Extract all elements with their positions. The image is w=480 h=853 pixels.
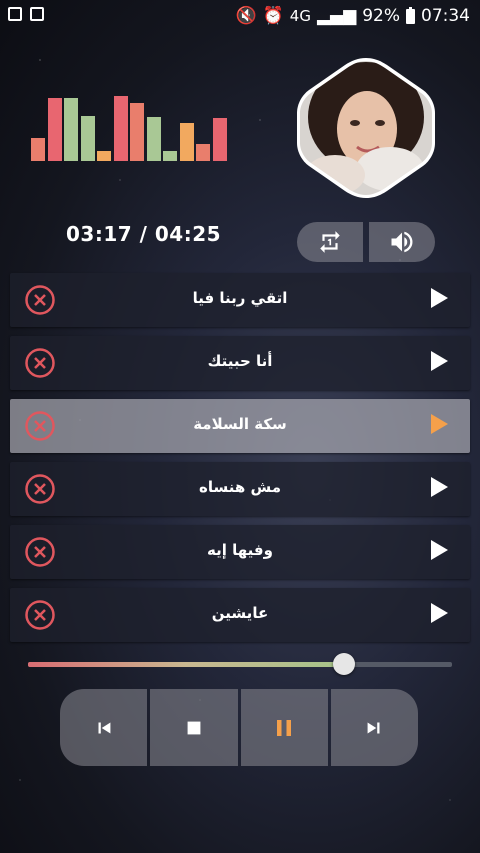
stop-icon [187, 721, 201, 734]
remove-icon[interactable] [24, 599, 56, 631]
song-title: اتقي ربنا فيا [192, 289, 288, 307]
remove-icon[interactable] [24, 410, 56, 442]
stop-button[interactable] [150, 689, 238, 766]
gallery-notification-icon [30, 7, 44, 21]
volume-button[interactable] [369, 222, 435, 262]
pause-icon [277, 719, 292, 736]
equalizer-bar [179, 123, 194, 161]
playlist-item[interactable]: وفيها إيه [10, 525, 470, 579]
play-icon[interactable] [431, 477, 448, 497]
network-type: 4G [289, 7, 311, 25]
skip-next-icon [367, 722, 380, 733]
play-icon[interactable] [431, 288, 448, 308]
equalizer-bar [130, 103, 144, 161]
equalizer-bar [64, 98, 78, 161]
playlist-item[interactable]: اتقي ربنا فيا [10, 273, 470, 327]
playlist-item[interactable]: عايشين [10, 588, 470, 642]
skip-previous-icon [98, 722, 111, 733]
equalizer-bar [196, 144, 210, 161]
equalizer-bar [146, 117, 161, 161]
alarm-icon: ⏰ [262, 6, 284, 26]
playlist: اتقي ربنا فيا أنا حبيتك سكة السلامة مش ه… [10, 273, 470, 651]
play-icon[interactable] [431, 414, 448, 434]
remove-icon[interactable] [24, 536, 56, 568]
transport-controls [60, 689, 418, 766]
next-button[interactable] [330, 689, 418, 766]
equalizer-bar [163, 151, 177, 161]
playlist-item[interactable]: مش هنساه [10, 462, 470, 516]
seek-bar[interactable] [28, 653, 452, 675]
remove-icon[interactable] [24, 284, 56, 316]
volume-icon [391, 231, 413, 253]
battery-percent: 92% [362, 6, 400, 26]
avatar-image [297, 58, 435, 198]
play-icon[interactable] [431, 540, 448, 560]
play-icon[interactable] [431, 351, 448, 371]
battery-icon [406, 6, 415, 24]
equalizer-bar [113, 96, 128, 161]
artist-avatar [295, 57, 437, 199]
equalizer-bar [80, 116, 95, 161]
repeat-button[interactable] [297, 222, 363, 262]
seek-progress [28, 662, 344, 667]
equalizer-visualizer [31, 95, 231, 161]
song-title: وفيها إيه [207, 541, 273, 559]
remove-icon[interactable] [24, 347, 56, 379]
remove-icon[interactable] [24, 473, 56, 505]
equalizer-bar [47, 98, 62, 161]
equalizer-bar [97, 151, 111, 161]
playlist-item[interactable]: أنا حبيتك [10, 336, 470, 390]
music-notification-icon [8, 7, 22, 21]
seek-thumb[interactable] [332, 653, 355, 675]
playback-time: 03:17 / 04:25 [66, 222, 222, 246]
song-title: أنا حبيتك [207, 352, 273, 370]
equalizer-bar [31, 138, 45, 161]
song-title: سكة السلامة [193, 415, 287, 433]
mute-icon: 🔇 [235, 6, 257, 26]
song-title: مش هنساه [199, 478, 281, 496]
song-title: عايشين [211, 604, 269, 622]
signal-icon: ▂▄▆ [316, 6, 357, 26]
previous-button[interactable] [60, 689, 148, 766]
clock: 07:34 [421, 6, 470, 26]
status-bar: 🔇 ⏰ 4G ▂▄▆ 92% 07:34 [0, 0, 480, 34]
play-icon[interactable] [431, 603, 448, 623]
pause-button[interactable] [240, 689, 328, 766]
equalizer-bar [212, 118, 227, 161]
repeat-one-icon [320, 231, 340, 253]
playlist-item-active[interactable]: سكة السلامة [10, 399, 470, 453]
